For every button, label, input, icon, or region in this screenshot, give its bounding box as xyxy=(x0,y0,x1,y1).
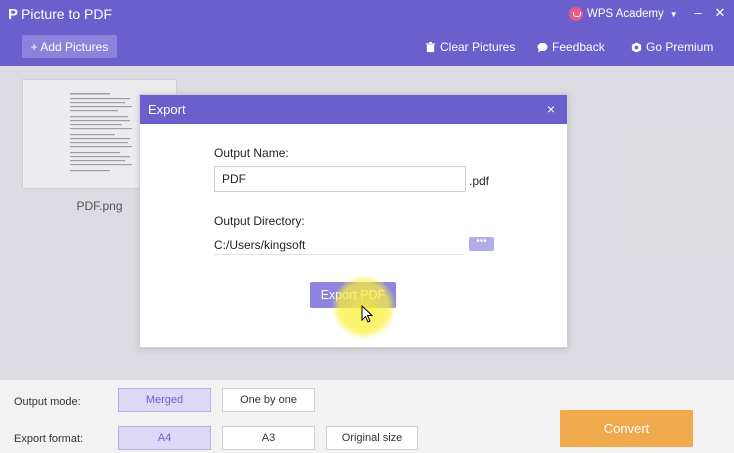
output-mode-one-by-one[interactable]: One by one xyxy=(222,388,315,412)
output-name-input[interactable]: PDF xyxy=(214,166,466,192)
close-button[interactable]: ✕ xyxy=(712,4,728,22)
output-name-label: Output Name: xyxy=(214,146,289,160)
go-premium-label: Go Premium xyxy=(646,40,714,54)
trash-icon xyxy=(425,41,436,52)
mouse-cursor-icon xyxy=(361,305,373,323)
feedback-button[interactable]: Feedback xyxy=(537,38,605,56)
clear-pictures-label: Clear Pictures xyxy=(440,40,516,54)
app-title: P Picture to PDF xyxy=(8,5,112,23)
file-extension-label: .pdf xyxy=(469,174,490,188)
export-format-label: Export format: xyxy=(14,433,84,445)
browse-directory-button[interactable]: ••• xyxy=(469,237,494,251)
dialog-close-icon[interactable]: × xyxy=(547,100,555,118)
chat-bubble-icon xyxy=(537,42,548,53)
export-dialog-header: Export × xyxy=(140,95,567,124)
chevron-down-icon: ▼ xyxy=(669,9,678,19)
export-dialog: Export × Output Name: PDF .pdf Output Di… xyxy=(139,94,568,348)
export-format-a3[interactable]: A3 xyxy=(222,426,315,450)
add-pictures-button[interactable]: + Add Pictures xyxy=(22,35,117,58)
convert-button[interactable]: Convert xyxy=(560,410,693,447)
output-directory-field[interactable]: C:/Users/kingsoft xyxy=(214,235,464,255)
clear-pictures-button[interactable]: Clear Pictures xyxy=(425,38,515,56)
output-directory-label: Output Directory: xyxy=(214,214,305,228)
minimize-button[interactable]: – xyxy=(690,4,706,22)
premium-badge-icon xyxy=(631,41,642,53)
app-title-text: Picture to PDF xyxy=(21,6,113,22)
title-bar: P Picture to PDF WPS Academy ▼ – ✕ + Add… xyxy=(0,0,734,66)
go-premium-button[interactable]: Go Premium xyxy=(631,38,713,56)
export-format-original-size[interactable]: Original size xyxy=(326,426,418,450)
export-dialog-title: Export xyxy=(148,102,186,117)
output-mode-label: Output mode: xyxy=(14,396,81,408)
picture-to-pdf-window: P Picture to PDF WPS Academy ▼ – ✕ + Add… xyxy=(0,0,734,453)
export-pdf-button[interactable]: Export PDF xyxy=(310,282,396,308)
feedback-label: Feedback xyxy=(552,40,605,54)
account-name: WPS Academy xyxy=(587,8,664,20)
avatar-icon xyxy=(569,7,583,21)
app-logo-icon: P xyxy=(8,5,19,23)
account-menu[interactable]: WPS Academy ▼ xyxy=(569,5,678,23)
output-mode-merged[interactable]: Merged xyxy=(118,388,211,412)
export-format-a4[interactable]: A4 xyxy=(118,426,211,450)
